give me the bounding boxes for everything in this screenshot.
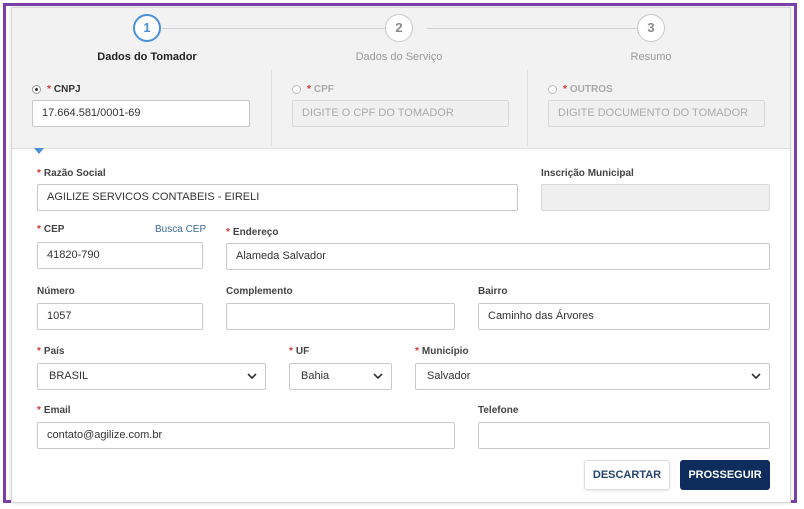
required-mark: * [37, 168, 41, 179]
label-text: Município [421, 346, 469, 357]
section-pointer-icon [34, 148, 44, 154]
pais-value: BRASIL [49, 370, 89, 382]
municipio-value: Salvador [427, 370, 471, 382]
required-mark: * [415, 346, 419, 357]
telefone-label: Telefone [478, 405, 519, 416]
municipio-select[interactable]: Salvador [415, 363, 770, 390]
required-mark: * [37, 346, 41, 357]
municipio-label: * Município [415, 346, 469, 357]
label-text: Endereço [232, 227, 279, 238]
busca-cep-link[interactable]: Busca CEP [155, 224, 206, 235]
label-text: Razão Social [43, 168, 106, 179]
stepper-area: 1 2 3 Dados do Tomador Dados do Serviço … [12, 8, 790, 149]
uf-select[interactable]: Bahia [289, 363, 392, 390]
complemento-label: Complemento [226, 286, 293, 297]
step-1-circle[interactable]: 1 [133, 14, 161, 42]
label-text: Email [43, 405, 71, 416]
required-mark: * [37, 405, 41, 416]
email-input[interactable]: contato@agilize.com.br [37, 422, 455, 449]
cpf-section: * CPF DIGITE O CPF DO TOMADOR [292, 70, 512, 140]
cnpj-radio[interactable] [32, 85, 41, 94]
label-text: País [43, 346, 65, 357]
telefone-input[interactable] [478, 422, 770, 449]
outros-radio[interactable] [548, 85, 557, 94]
endereco-input[interactable]: Alameda Salvador [226, 243, 770, 270]
required-mark: * [226, 227, 230, 238]
uf-value: Bahia [301, 370, 330, 382]
cpf-label: CPF [313, 84, 334, 95]
cnpj-label: CNPJ [53, 84, 81, 95]
required-mark: * [289, 346, 293, 357]
step-2-label: Dados do Serviço [355, 51, 443, 63]
bairro-input[interactable]: Caminho das Árvores [478, 303, 770, 330]
cnpj-radio-option[interactable]: * CNPJ [32, 84, 81, 95]
form-panel: 1 2 3 Dados do Tomador Dados do Serviço … [11, 7, 791, 503]
numero-label: Número [37, 286, 75, 297]
label-text: UF [295, 346, 310, 357]
step-connector [427, 28, 651, 29]
outros-radio-option[interactable]: * OUTROS [548, 84, 613, 95]
endereco-label: * Endereço [226, 227, 278, 238]
complemento-input[interactable] [226, 303, 455, 330]
step-1-label: Dados do Tomador [97, 51, 197, 63]
cnpj-input[interactable]: 17.664.581/0001-69 [32, 100, 250, 127]
cep-label: * CEP [37, 224, 64, 235]
step-3-circle[interactable]: 3 [637, 14, 665, 42]
numero-input[interactable]: 1057 [37, 303, 203, 330]
cpf-input[interactable]: DIGITE O CPF DO TOMADOR [292, 100, 509, 127]
pais-select[interactable]: BRASIL [37, 363, 266, 390]
discard-button[interactable]: DESCARTAR [584, 460, 670, 490]
razao-social-input[interactable]: AGILIZE SERVICOS CONTABEIS - EIRELI [37, 184, 518, 211]
proceed-button[interactable]: PROSSEGUIR [680, 460, 770, 490]
outros-label: OUTROS [569, 84, 613, 95]
chevron-down-icon [373, 373, 383, 380]
bairro-label: Bairro [478, 286, 508, 297]
inscricao-municipal-label: Inscrição Municipal [541, 168, 634, 179]
cep-input[interactable]: 41820-790 [37, 242, 203, 269]
required-mark: * [563, 84, 567, 95]
outros-input[interactable]: DIGITE DOCUMENTO DO TOMADOR [548, 100, 765, 127]
divider [271, 70, 272, 146]
email-label: * Email [37, 405, 71, 416]
outros-section: * OUTROS DIGITE DOCUMENTO DO TOMADOR [548, 70, 768, 140]
step-3-label: Resumo [630, 51, 672, 63]
pais-label: * País [37, 346, 64, 357]
uf-label: * UF [289, 346, 309, 357]
cnpj-section: * CNPJ 17.664.581/0001-69 [32, 70, 252, 140]
label-text: CEP [43, 224, 65, 235]
required-mark: * [47, 84, 51, 95]
razao-social-label: * Razão Social [37, 168, 106, 179]
cpf-radio[interactable] [292, 85, 301, 94]
chevron-down-icon [247, 373, 257, 380]
required-mark: * [307, 84, 311, 95]
inscricao-municipal-input[interactable] [541, 184, 770, 211]
step-connector [162, 28, 399, 29]
required-mark: * [37, 224, 41, 235]
divider [527, 70, 528, 146]
step-2-circle[interactable]: 2 [385, 14, 413, 42]
chevron-down-icon [751, 373, 761, 380]
cpf-radio-option[interactable]: * CPF [292, 84, 334, 95]
